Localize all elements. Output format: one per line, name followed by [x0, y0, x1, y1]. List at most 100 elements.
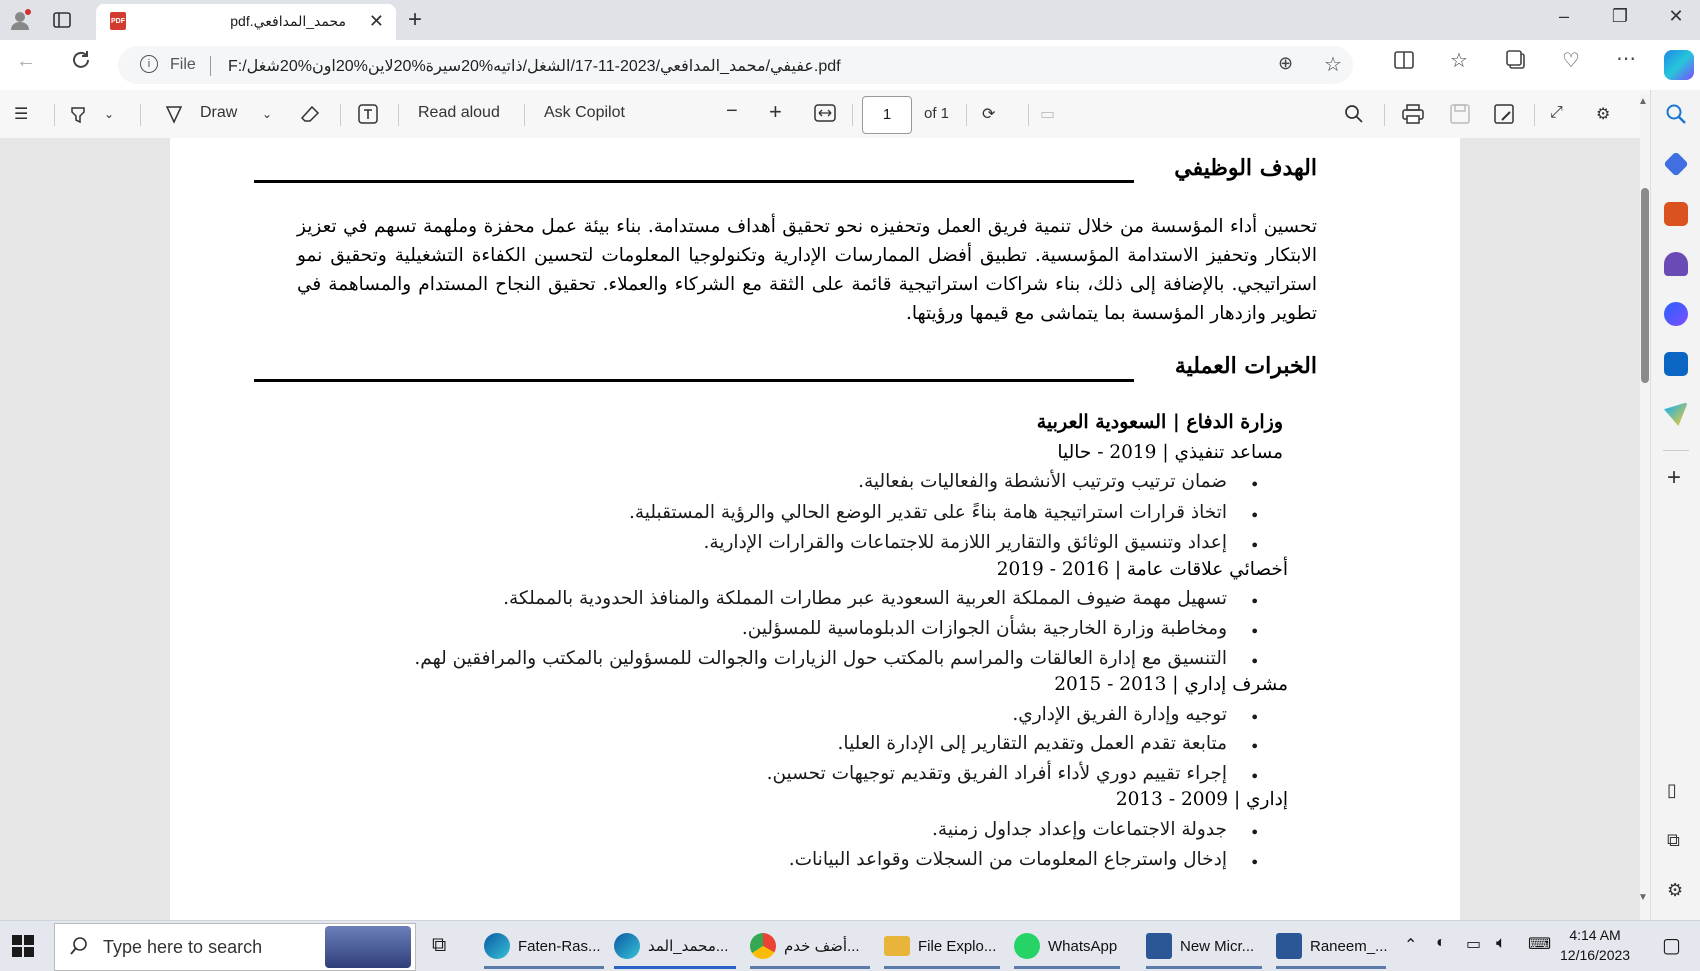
search-icon — [69, 936, 89, 961]
taskbar-app[interactable]: محمد_المد... — [614, 927, 728, 965]
search-icon[interactable] — [1344, 104, 1364, 129]
list-item: ومخاطبة وزارة الخارجية بشأن الجوازات الد… — [741, 618, 1227, 639]
word-icon — [1146, 933, 1172, 959]
fit-page-icon[interactable] — [814, 104, 836, 127]
new-tab-button[interactable]: + — [408, 6, 422, 34]
list-icon[interactable]: ☰ — [14, 104, 28, 124]
zoom-out-icon[interactable]: − — [726, 100, 738, 123]
send-icon[interactable] — [1664, 402, 1688, 426]
chevron-up-icon[interactable]: ⌃ — [1404, 935, 1417, 955]
close-window-button[interactable]: ✕ — [1656, 6, 1696, 27]
taskbar-app[interactable]: Raneem_... — [1276, 927, 1388, 965]
maximize-button[interactable]: ❐ — [1600, 6, 1640, 27]
taskbar-app[interactable]: New Micr... — [1146, 927, 1254, 965]
save-as-icon[interactable] — [1494, 104, 1514, 129]
bullet-dot: ● — [1251, 856, 1258, 868]
keyboard-icon[interactable]: ⌨ — [1528, 934, 1551, 954]
gear-icon[interactable]: ⚙ — [1667, 880, 1683, 901]
list-item: جدولة الاجتماعات وإعداد جداول زمنية. — [932, 819, 1227, 840]
bullet-dot: ● — [1251, 595, 1258, 607]
windows-start-icon[interactable] — [12, 935, 34, 962]
notifications-icon[interactable]: ▢ — [1662, 933, 1681, 958]
list-item: ضمان ترتيب وترتيب الأنشطة والفعاليات بفع… — [858, 471, 1227, 492]
tools-briefcase-icon[interactable] — [1664, 202, 1688, 226]
print-icon[interactable] — [1402, 104, 1424, 129]
microsoft-365-icon[interactable] — [1664, 302, 1688, 326]
chevron-down-icon[interactable]: ⌄ — [262, 107, 272, 121]
sidebar-toggle-icon[interactable]: ▯ — [1667, 780, 1677, 801]
shopping-tag-icon[interactable] — [1663, 151, 1689, 177]
tab-actions-icon[interactable] — [50, 8, 74, 32]
ask-copilot-button[interactable]: Ask Copilot — [544, 104, 625, 122]
outlook-icon[interactable] — [1664, 352, 1688, 376]
folder-icon — [884, 936, 910, 956]
info-icon[interactable]: i — [140, 55, 158, 73]
taskbar-app[interactable]: Faten-Ras... — [484, 927, 601, 965]
tab-close-button[interactable]: ✕ — [369, 11, 384, 32]
draw-pen-icon[interactable] — [164, 104, 184, 129]
url-divider — [210, 56, 211, 76]
page-count: of 1 — [924, 105, 950, 122]
games-icon[interactable] — [1664, 252, 1688, 276]
volume-icon[interactable]: 🔈︎ — [1496, 933, 1506, 953]
collections-icon[interactable] — [1506, 50, 1526, 76]
objective-heading: الهدف الوظيفي — [1174, 155, 1317, 181]
back-arrow-icon[interactable]: ← — [16, 50, 36, 73]
scrollbar-thumb[interactable] — [1641, 188, 1649, 383]
read-aloud-button[interactable]: Read aloud — [418, 104, 500, 122]
pdf-viewer[interactable]: الهدف الوظيفي تحسين أداء المؤسسة من خلال… — [0, 138, 1640, 920]
zoom-in-icon[interactable]: + — [769, 99, 782, 125]
refresh-icon[interactable] — [70, 49, 92, 77]
zoom-icon[interactable]: ⊕ — [1278, 53, 1293, 74]
taskbar-app[interactable]: WhatsApp — [1014, 927, 1117, 965]
url-bar[interactable]: i File F:/عفيفي/محمد_المدافعي/2023-11-17… — [118, 46, 1353, 84]
bullet-dot: ● — [1251, 478, 1258, 490]
more-options-icon[interactable]: ⋯ — [1616, 46, 1636, 71]
address-bar-row: ← i File F:/عفيفي/محمد_المدافعي/2023-11-… — [0, 40, 1700, 90]
text-icon[interactable] — [358, 104, 378, 129]
task-view-icon[interactable]: ⧉ — [432, 934, 446, 957]
list-item: اتخاذ قرارات استراتيجية هامة بناءً على ت… — [628, 502, 1227, 523]
heading-rule — [254, 180, 1134, 183]
taskbar-app[interactable]: File Explo... — [884, 927, 996, 965]
favorites-icon[interactable]: ☆ — [1450, 48, 1468, 73]
page-number-input[interactable]: 1 — [862, 96, 912, 134]
search-icon[interactable] — [1664, 102, 1688, 126]
list-item: إعداد وتنسيق الوثائق والتقارير اللازمة ل… — [703, 532, 1227, 553]
profile-icon[interactable] — [8, 8, 32, 32]
word-icon — [1276, 933, 1302, 959]
meet-now-icon[interactable]: ◐ — [1436, 934, 1446, 952]
open-external-icon[interactable]: ⧉ — [1667, 830, 1680, 851]
pdf-file-icon: PDF — [110, 12, 126, 30]
eraser-icon[interactable] — [300, 104, 320, 129]
active-tab[interactable]: PDF محمد_المدافعي.pdf ✕ — [96, 4, 396, 40]
copilot-icon[interactable] — [1664, 50, 1694, 80]
draw-button[interactable]: Draw — [200, 104, 237, 122]
scroll-up-arrow-icon[interactable]: ▲ — [1638, 96, 1648, 107]
list-item: التنسيق مع إدارة العالقات والمراسم بالمك… — [414, 648, 1227, 669]
network-icon[interactable]: ▭ — [1466, 934, 1481, 954]
system-clock[interactable]: 4:14 AM 12/16/2023 — [1560, 925, 1630, 965]
favorite-star-icon[interactable]: ☆ — [1324, 52, 1342, 77]
windows-taskbar: Type here to search ⧉ Faten-Ras... محمد_… — [0, 920, 1700, 971]
url-scheme-label: File — [170, 56, 196, 73]
url-text[interactable]: F:/عفيفي/محمد_المدافعي/2023-11-17/الشغل/… — [228, 56, 841, 76]
minimize-button[interactable]: – — [1544, 6, 1584, 27]
save-icon[interactable] — [1450, 104, 1470, 129]
add-sidebar-app-icon[interactable]: + — [1667, 464, 1681, 492]
browser-essentials-icon[interactable]: ♡ — [1562, 48, 1580, 73]
list-item: إدخال واسترجاع المعلومات من السجلات وقوا… — [788, 849, 1227, 870]
gear-icon[interactable]: ⚙ — [1596, 104, 1610, 124]
list-item: متابعة تقدم العمل وتقديم التقارير إلى ال… — [837, 733, 1227, 754]
taskbar-app[interactable]: أضف خدم... — [750, 927, 860, 965]
taskbar-search-box[interactable]: Type here to search — [54, 923, 416, 971]
highlighter-icon[interactable] — [68, 104, 88, 129]
split-screen-icon[interactable] — [1394, 50, 1414, 76]
chevron-down-icon[interactable]: ⌄ — [104, 107, 114, 121]
fullscreen-icon[interactable]: ⤢ — [1550, 104, 1563, 122]
page-view-icon[interactable]: ▭ — [1040, 104, 1055, 124]
scroll-down-arrow-icon[interactable]: ▼ — [1638, 892, 1648, 903]
employer-name: وزارة الدفاع | السعودية العربية — [1036, 411, 1283, 433]
bullet-dot: ● — [1251, 740, 1258, 752]
rotate-icon[interactable]: ⟳ — [982, 104, 995, 124]
